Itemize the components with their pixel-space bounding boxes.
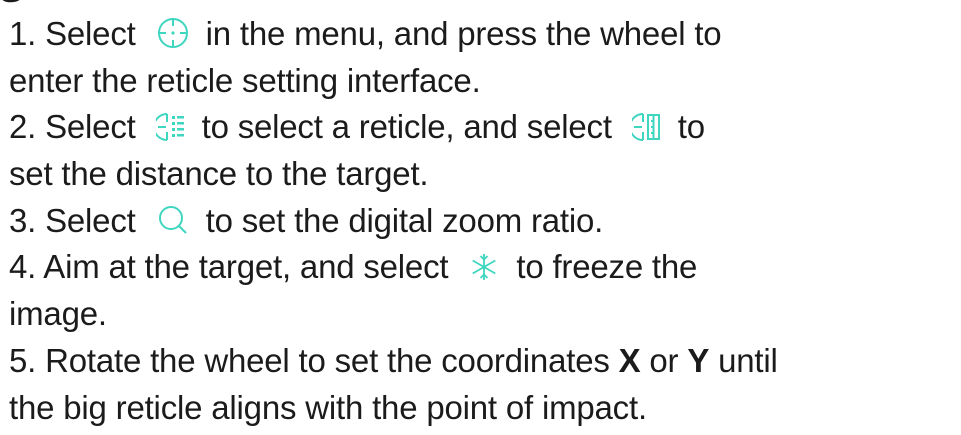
step-5-text: 5. Rotate the wheel to set the coordinat… [9, 341, 610, 379]
step-4-text-cont: image. [9, 295, 107, 333]
step-5-or: or [649, 341, 679, 379]
step-2-text-cont: set the distance to the target. [9, 155, 429, 193]
step-3-prefix: 3. Select [9, 201, 136, 239]
step-3-line-1: 3. Select to set the digital zoom ratio. [9, 198, 961, 245]
section-heading-clipped: S [0, 0, 24, 10]
magnifier-icon [156, 203, 190, 237]
step-4-prefix: 4. Aim at the target, and select [9, 248, 449, 286]
step-2-line-2: set the distance to the target. [9, 151, 961, 198]
step-1-text: in the menu, and press the wheel to [205, 15, 722, 52]
step-4-line-1: 4. Aim at the target, and select to freez… [9, 244, 961, 291]
step-5-line-2: the big reticle aligns with the point of… [9, 385, 961, 432]
step-1-line-2: enter the reticle setting interface. [9, 58, 961, 105]
coordinate-x-label: X [618, 341, 641, 379]
step-5-line-1: 5. Rotate the wheel to set the coordinat… [9, 338, 961, 385]
manual-page: S 1. Select in the menu, and press the wh… [0, 0, 961, 435]
step-1-text-cont: enter the reticle setting interface. [9, 61, 481, 99]
step-2-text-end: to [677, 108, 705, 146]
reticle-select-icon [155, 110, 186, 144]
step-2-prefix: 2. Select [9, 108, 136, 146]
step-5-text-cont: the big reticle aligns with the point of… [9, 388, 647, 426]
step-4-text: to freeze the [516, 248, 698, 286]
step-5-until: until [718, 341, 778, 379]
step-2-line-1: 2. Select to select a reticle, and select… [9, 104, 961, 151]
step-1-prefix: 1. Select [9, 15, 136, 52]
step-2-text: to select a reticle, and select [201, 108, 612, 146]
crosshair-icon [156, 16, 190, 50]
coordinate-y-label: Y [687, 341, 710, 379]
snowflake-icon [468, 251, 500, 283]
step-4-line-2: image. [9, 291, 961, 338]
reticle-distance-icon [631, 110, 662, 144]
step-3-text: to set the digital zoom ratio. [205, 201, 604, 239]
step-1-line-1: 1. Select in the menu, and press the whee… [9, 11, 961, 58]
instruction-steps: 1. Select in the menu, and press the whee… [9, 11, 961, 431]
